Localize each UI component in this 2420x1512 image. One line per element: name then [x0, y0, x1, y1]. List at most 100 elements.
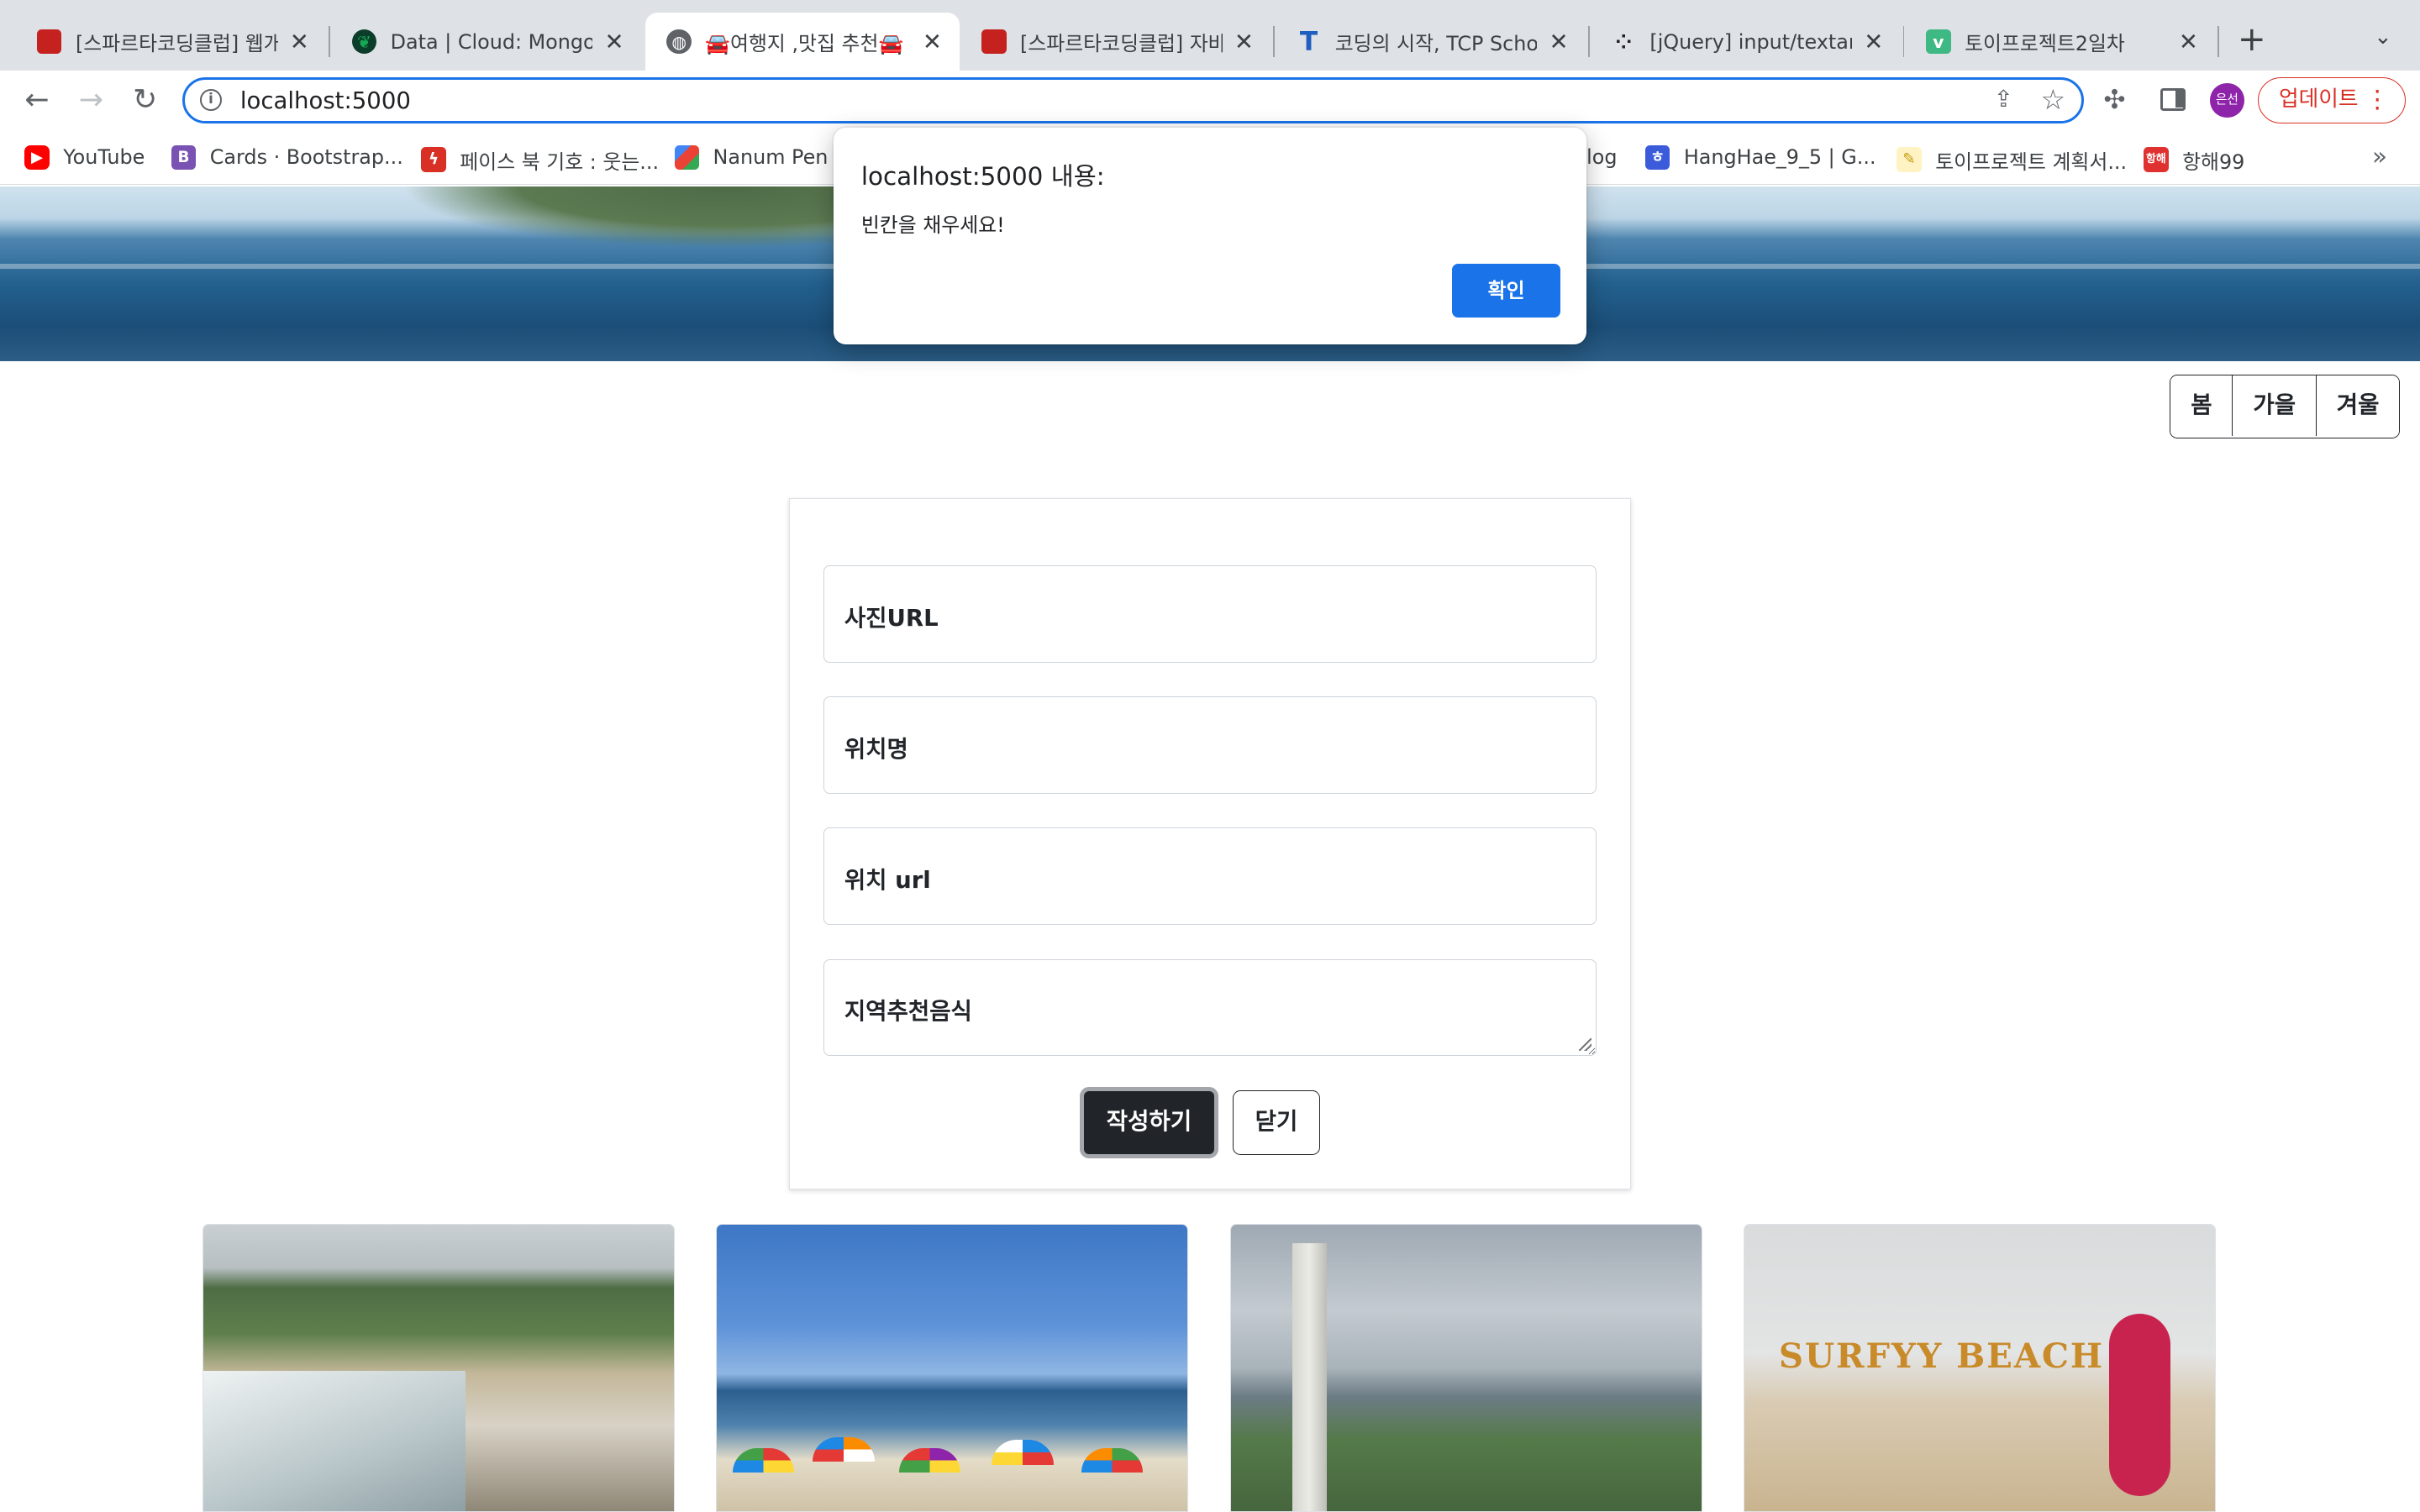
- bookmark-label: 토이프로젝트 계획서...: [1935, 150, 2128, 174]
- notion-icon: ✎: [1897, 147, 1922, 172]
- hanghae99-icon: 항해: [2144, 147, 2169, 172]
- bookmark-hanghae99[interactable]: 항해 항해99: [2144, 145, 2244, 175]
- close-icon[interactable]: ✕: [1861, 29, 1886, 55]
- tab-mongodb[interactable]: ❦ Data | Cloud: MongoDB ✕: [330, 13, 642, 71]
- tab-sparta-web[interactable]: [스파르타코딩클럽] 웹개발 ✕: [15, 13, 327, 71]
- dialog-title: localhost:5000 내용:: [860, 162, 1105, 192]
- tab-title: 🚘여행지 ,맛집 추천🚘: [705, 32, 904, 56]
- location-name-input[interactable]: [823, 697, 1597, 794]
- close-icon[interactable]: ✕: [287, 29, 312, 55]
- alert-dialog: localhost:5000 내용: 빈칸을 채우세요! 확인: [833, 128, 1587, 344]
- lightning-icon: ϟ: [421, 147, 446, 172]
- surfyy-beach-sign-text: SURFYY BEACH: [1778, 1335, 2104, 1376]
- bookmarks-overflow-icon[interactable]: »: [2372, 142, 2387, 171]
- youtube-icon: ▶: [24, 144, 50, 171]
- close-icon[interactable]: ✕: [1232, 29, 1256, 55]
- season-button-spring[interactable]: 봄: [2170, 375, 2233, 436]
- card-image-crowded-beach[interactable]: [202, 1223, 675, 1512]
- bookmark-facebook-symbols[interactable]: ϟ 페이스 북 기호 : 웃는...: [421, 145, 659, 175]
- bookmark-label: Cards · Bootstrap...: [209, 145, 403, 170]
- location-url-input[interactable]: [823, 828, 1597, 925]
- tab-toy-project[interactable]: v 토이프로젝트2일차 ✕: [1904, 13, 2216, 71]
- bookmark-label: 페이스 북 기호 : 웃는...: [460, 150, 660, 174]
- monument-shape: [1292, 1242, 1327, 1511]
- resize-handle-icon[interactable]: [1578, 1038, 1591, 1051]
- browser-toolbar: ← → ↻ i localhost:5000 ⇪ ☆ ✣ 은선 업데이트 ⋮: [0, 71, 2420, 130]
- umbrella-shape: [898, 1447, 961, 1473]
- google-fonts-icon: [674, 144, 699, 171]
- umbrella-shape: [1081, 1447, 1144, 1473]
- address-bar[interactable]: i localhost:5000 ⇪ ☆: [182, 76, 2084, 123]
- card-image-surfyy-beach[interactable]: SURFYY BEACH: [1744, 1223, 2217, 1512]
- bookmark-label: 항해99: [2182, 150, 2245, 174]
- bookmark-label: Nanum Pen S: [713, 145, 848, 170]
- bookmark-bootstrap[interactable]: B Cards · Bootstrap...: [171, 144, 403, 171]
- hanghae-icon: ㅎ: [1644, 144, 1670, 171]
- location-url-label: 위치 url: [844, 867, 931, 895]
- bookmark-toy-plan[interactable]: ✎ 토이프로젝트 계획서...: [1897, 145, 2127, 175]
- season-button-winter[interactable]: 겨울: [2316, 375, 2400, 436]
- photo-url-field[interactable]: 사진URL: [823, 565, 1597, 663]
- dialog-ok-button[interactable]: 확인: [1452, 264, 1560, 318]
- tab-separator: [2217, 26, 2220, 57]
- tab-sparta-js[interactable]: [스파르타코딩클럽] 자바스 ✕: [960, 13, 1271, 71]
- bookmark-label: YouTube: [63, 145, 145, 170]
- share-icon[interactable]: ⇪: [1994, 86, 2013, 113]
- close-button[interactable]: 닫기: [1232, 1089, 1321, 1155]
- tab-jquery[interactable]: ⁘ [jQuery] input/textarea ✕: [1590, 13, 1902, 71]
- bookmark-label: HangHae_9_5 | G...: [1683, 145, 1876, 170]
- extensions-puzzle-icon[interactable]: ✣: [2103, 85, 2125, 115]
- bookmark-blog[interactable]: log: [1586, 145, 1617, 169]
- bookmark-hanghae-github[interactable]: ㅎ HangHae_9_5 | G...: [1644, 144, 1876, 171]
- tab-title: 토이프로젝트2일차: [1965, 32, 2125, 56]
- tab-title: Data | Cloud: MongoDB: [390, 29, 593, 54]
- close-icon[interactable]: ✕: [2176, 29, 2201, 55]
- back-arrow-icon[interactable]: ←: [18, 81, 55, 118]
- surfboard-shape: [2108, 1314, 2171, 1496]
- close-icon[interactable]: ✕: [1546, 29, 1570, 55]
- season-button-autumn[interactable]: 가을: [2233, 375, 2317, 436]
- profile-avatar[interactable]: 은선: [2210, 83, 2244, 118]
- tab-title: [스파르타코딩클럽] 웹개발: [75, 32, 278, 56]
- close-icon[interactable]: ✕: [602, 29, 626, 55]
- submit-button[interactable]: 작성하기: [1079, 1087, 1219, 1158]
- reload-icon[interactable]: ↻: [127, 81, 164, 118]
- bookmark-youtube[interactable]: ▶ YouTube: [24, 144, 145, 171]
- mongodb-leaf-icon: ❦: [351, 29, 377, 55]
- photo-url-input[interactable]: [823, 566, 1597, 662]
- site-info-icon[interactable]: i: [200, 88, 222, 111]
- card-image-monument-coast[interactable]: [1229, 1223, 1702, 1512]
- forward-arrow-icon[interactable]: →: [72, 81, 109, 118]
- location-name-field[interactable]: 위치명: [823, 696, 1597, 795]
- bookmark-label: log: [1586, 144, 1618, 169]
- more-menu-icon[interactable]: ⋮: [2365, 78, 2390, 121]
- vue-icon: v: [1926, 29, 1951, 55]
- book-icon: [37, 29, 62, 55]
- update-button[interactable]: 업데이트 ⋮: [2258, 76, 2407, 123]
- tab-title: [jQuery] input/textarea: [1649, 29, 1852, 54]
- tab-title: 코딩의 시작, TCP School: [1334, 32, 1538, 56]
- book-icon: [981, 29, 1007, 55]
- location-name-label: 위치명: [844, 735, 908, 763]
- tab-tcp-school[interactable]: T 코딩의 시작, TCP School ✕: [1275, 13, 1586, 71]
- url-text[interactable]: localhost:5000: [240, 87, 411, 114]
- local-food-field[interactable]: 지역추천음식: [823, 958, 1597, 1057]
- new-tab-plus-icon[interactable]: +: [2233, 22, 2270, 59]
- tab-strip: [스파르타코딩클럽] 웹개발 ✕ ❦ Data | Cloud: MongoDB…: [0, 0, 2420, 71]
- tab-travel-recommend[interactable]: ◍ 🚘여행지 ,맛집 추천🚘 ✕: [644, 12, 960, 71]
- photo-url-label: 사진URL: [844, 604, 939, 632]
- season-button-group: 봄 가을 겨울: [2170, 375, 2401, 438]
- dialog-message: 빈칸을 채우세요!: [860, 213, 1005, 237]
- local-food-label: 지역추천음식: [844, 998, 972, 1026]
- bookmark-star-icon[interactable]: ☆: [2041, 83, 2066, 116]
- close-icon[interactable]: ✕: [920, 29, 944, 55]
- location-url-field[interactable]: 위치 url: [823, 827, 1597, 926]
- side-panel-icon[interactable]: [2160, 87, 2186, 112]
- tab-title: [스파르타코딩클럽] 자바스: [1020, 32, 1223, 56]
- tab-search-chevron-icon[interactable]: ⌄: [2367, 24, 2398, 55]
- tcp-school-icon: T: [1299, 26, 1318, 57]
- umbrella-shape: [992, 1440, 1054, 1465]
- card-image-beach-umbrellas[interactable]: [716, 1223, 1189, 1512]
- dots-icon: ⁘: [1615, 29, 1633, 54]
- bookmark-nanum-pen[interactable]: Nanum Pen S: [674, 144, 848, 171]
